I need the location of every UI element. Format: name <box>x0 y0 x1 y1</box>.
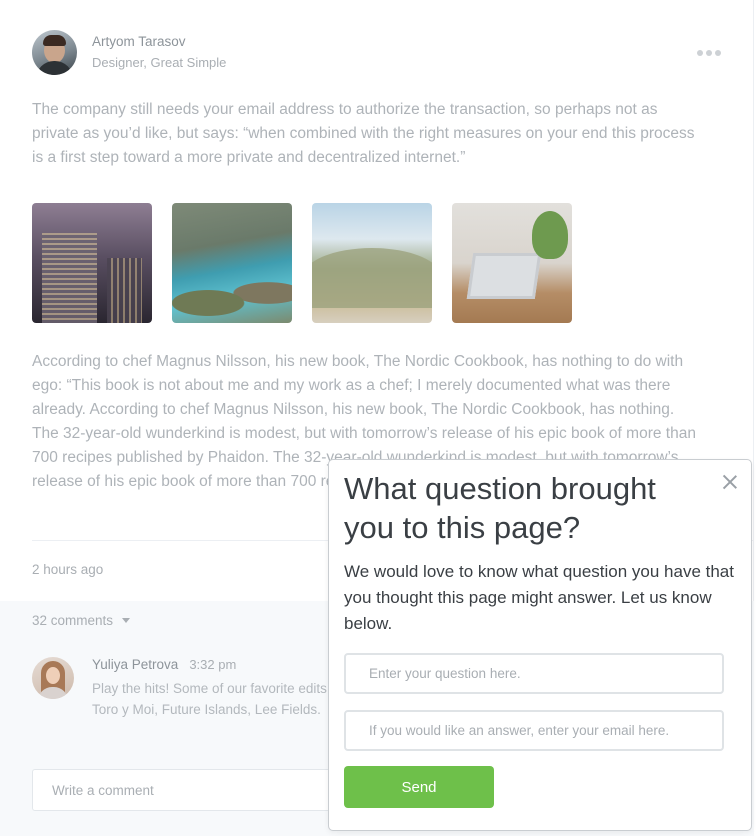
comment-time: 3:32 pm <box>189 657 237 672</box>
comments-toggle[interactable]: 32 comments <box>32 613 131 628</box>
photo-hills-with-sheep[interactable] <box>312 203 432 323</box>
photo-laptop-on-desk[interactable] <box>452 203 572 323</box>
email-input[interactable] <box>344 710 724 751</box>
commenter-avatar[interactable] <box>32 657 74 699</box>
popup-description: We would love to know what question you … <box>344 562 734 633</box>
comment-item: Yuliya Petrova 3:32 pm Play the hits! So… <box>32 657 332 720</box>
post-body-paragraph-1: The company still needs your email addre… <box>32 101 695 166</box>
close-icon[interactable] <box>722 474 738 490</box>
commenter-name[interactable]: Yuliya Petrova <box>92 657 178 672</box>
popup-title: What question brought you to this page? <box>344 471 656 545</box>
photo-rocky-coast[interactable] <box>172 203 292 323</box>
photo-city-skyline[interactable] <box>32 203 152 323</box>
comment-text-line-2: Toro y Moi, Future Islands, Lee Fields. <box>92 702 321 717</box>
caret-down-icon <box>122 618 131 623</box>
post-author: Artyom Tarasov Designer, Great Simple <box>32 30 226 75</box>
author-avatar[interactable] <box>32 30 77 75</box>
question-input[interactable] <box>344 653 724 694</box>
author-name[interactable]: Artyom Tarasov <box>92 33 226 51</box>
photo-gallery <box>32 203 572 323</box>
send-button[interactable]: Send <box>344 766 494 808</box>
author-role: Designer, Great Simple <box>92 55 227 70</box>
feedback-popup: What question brought you to this page? … <box>328 459 752 831</box>
more-options-icon[interactable] <box>697 50 721 56</box>
comment-text-line-1: Play the hits! Some of our favorite edit… <box>92 681 327 696</box>
comments-count: 32 comments <box>32 613 114 628</box>
post-timestamp: 2 hours ago <box>32 562 104 577</box>
write-comment-input[interactable] <box>32 769 332 811</box>
